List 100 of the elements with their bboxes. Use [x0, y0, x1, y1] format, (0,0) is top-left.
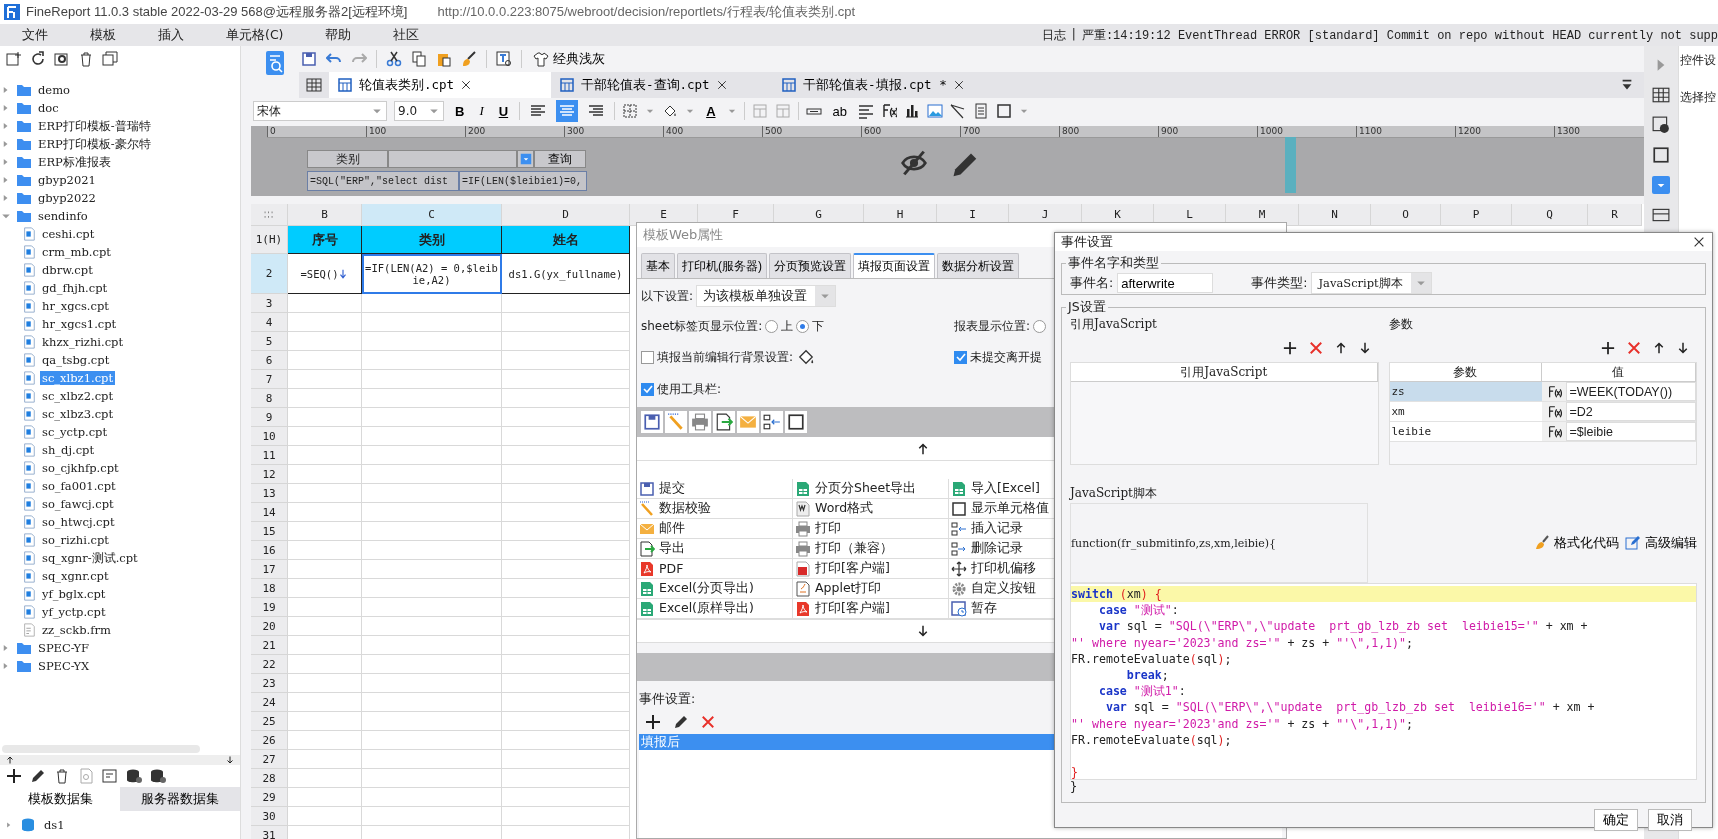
tree-item[interactable]: khzx_rizhi.cpt	[40, 335, 126, 349]
dialog-tab[interactable]: 数据分析设置	[937, 253, 1019, 278]
cut-icon[interactable]	[386, 51, 402, 67]
menu-item[interactable]: 模板	[68, 26, 136, 44]
table-cell[interactable]	[502, 351, 630, 370]
toolbar-button-item[interactable]: Excel(分页导出)	[637, 579, 793, 599]
table-cell[interactable]	[288, 541, 362, 560]
close-icon[interactable]	[1692, 235, 1706, 249]
table-cell[interactable]	[288, 503, 362, 522]
row-header[interactable]: 20	[251, 617, 288, 636]
dialog-tab[interactable]: 打印机(服务器)	[677, 253, 767, 278]
toolbar-button-item[interactable]: 导出	[637, 539, 793, 559]
table-cell[interactable]	[288, 408, 362, 427]
tree-item[interactable]: so_htwcj.cpt	[40, 515, 117, 529]
tab-list-icon[interactable]	[1620, 78, 1634, 92]
table-cell[interactable]	[362, 655, 502, 674]
table-cell[interactable]	[288, 579, 362, 598]
value-field[interactable]: =$leibie	[1565, 422, 1696, 441]
tree-item[interactable]: SPEC-YF	[36, 641, 91, 655]
tree-item[interactable]: gbyp2021	[36, 173, 98, 187]
tree-item[interactable]: sc_yctp.cpt	[40, 425, 110, 439]
formula-icon[interactable]	[881, 103, 897, 119]
table-cell[interactable]	[362, 389, 502, 408]
envelope-icon[interactable]	[739, 413, 757, 431]
table-cell[interactable]	[288, 712, 362, 731]
row-header[interactable]: 13	[251, 484, 288, 503]
table-cell[interactable]: xm	[1389, 402, 1542, 421]
table-cell[interactable]	[362, 636, 502, 655]
grid-icon[interactable]	[306, 77, 322, 93]
brush-icon[interactable]	[461, 51, 477, 67]
toolbar-button-item[interactable]: 打印（兼容）	[793, 539, 949, 559]
value-field[interactable]: =WEEK(TODAY())	[1565, 382, 1696, 401]
table-cell[interactable]	[502, 503, 630, 522]
toolbar-button-item[interactable]: 提交	[637, 479, 793, 499]
table-cell[interactable]	[362, 446, 502, 465]
theme-button[interactable]: 经典浅灰	[531, 50, 607, 68]
table-cell[interactable]	[502, 674, 630, 693]
radio-button[interactable]	[1033, 319, 1047, 333]
table-cell[interactable]	[362, 351, 502, 370]
tree-item[interactable]: hr_xgcs1.cpt	[40, 317, 119, 331]
up-arrow-icon[interactable]	[1334, 341, 1347, 355]
table-cell[interactable]	[502, 636, 630, 655]
column-header[interactable]: N	[1299, 204, 1371, 226]
dataset-tab[interactable]: 服务器数据集	[120, 787, 240, 811]
save-icon[interactable]	[301, 51, 317, 67]
table-cell[interactable]	[288, 731, 362, 750]
underline-button[interactable]: U	[494, 101, 513, 121]
up-arrow-icon[interactable]	[1653, 341, 1665, 355]
tree-item[interactable]: so_fa001.cpt	[40, 479, 118, 493]
type-select[interactable]: JavaScript脚本	[1311, 272, 1432, 294]
dialog-button[interactable]: 取消	[1648, 809, 1692, 831]
table-cell[interactable]	[288, 788, 362, 807]
checkbox[interactable]	[954, 350, 967, 364]
tree-item[interactable]: SPEC-YX	[36, 659, 92, 673]
tree-item[interactable]: so_cjkhfp.cpt	[40, 461, 121, 475]
delete-icon[interactable]	[54, 768, 70, 784]
table-cell[interactable]: ds1.G(yx_fullname)	[502, 254, 630, 294]
table-cell[interactable]	[502, 408, 630, 427]
table-cell[interactable]	[502, 788, 630, 807]
row-header[interactable]: 16	[251, 541, 288, 560]
panel-icon[interactable]	[1652, 206, 1670, 224]
table-cell[interactable]: =IF(LEN(A2) = 0,$leibie,A2)	[362, 254, 502, 294]
font-color-button[interactable]: A	[702, 101, 720, 121]
table-cell[interactable]	[362, 579, 502, 598]
dialog-button[interactable]: 确定	[1594, 809, 1638, 831]
export-icon[interactable]	[715, 413, 733, 431]
copy-icon[interactable]	[411, 51, 427, 67]
text-button[interactable]: ab	[828, 101, 851, 121]
row-header[interactable]: 17	[251, 560, 288, 579]
image-icon[interactable]	[927, 103, 943, 119]
wrap-icon[interactable]	[858, 103, 874, 119]
delete-icon[interactable]	[78, 51, 94, 67]
tree-item[interactable]: sc_xlbz3.cpt	[40, 407, 116, 421]
tree-item[interactable]: sc_xlbz2.cpt	[40, 389, 116, 403]
menu-item[interactable]: 文件	[0, 26, 68, 44]
row-header[interactable]: 2	[251, 254, 288, 294]
formula-cell[interactable]: =IF(LEN($leibie1)=0,	[459, 171, 587, 191]
row-header[interactable]: 31	[251, 826, 288, 839]
chart-icon[interactable]	[904, 103, 920, 119]
table-cell[interactable]	[362, 788, 502, 807]
refresh-icon[interactable]	[30, 51, 46, 67]
dialog-tab[interactable]: 填报页面设置	[853, 253, 935, 278]
table-cell[interactable]	[288, 389, 362, 408]
table-cell[interactable]	[288, 351, 362, 370]
toolbar-button-item[interactable]: 数据校验	[637, 499, 793, 519]
close-icon[interactable]	[460, 79, 473, 91]
new-folder-icon[interactable]	[6, 51, 22, 67]
table-cell[interactable]	[288, 636, 362, 655]
add-icon[interactable]	[1282, 341, 1297, 355]
tree-item[interactable]: doc	[36, 101, 61, 115]
add-icon[interactable]	[645, 714, 661, 730]
table-cell[interactable]	[288, 446, 362, 465]
column-header[interactable]: D	[502, 204, 630, 226]
toolbar-button-item[interactable]: PDF	[637, 559, 793, 579]
log-label[interactable]: 日志	[1041, 26, 1066, 44]
delete-icon[interactable]	[1627, 341, 1641, 355]
size-select[interactable]: 9.0	[394, 101, 444, 121]
table-cell[interactable]: 类别	[362, 226, 502, 254]
toolbar-button-item[interactable]: 分页分Sheet导出	[793, 479, 949, 499]
toolbar-button-item[interactable]: 打印[客户端]	[793, 559, 949, 579]
